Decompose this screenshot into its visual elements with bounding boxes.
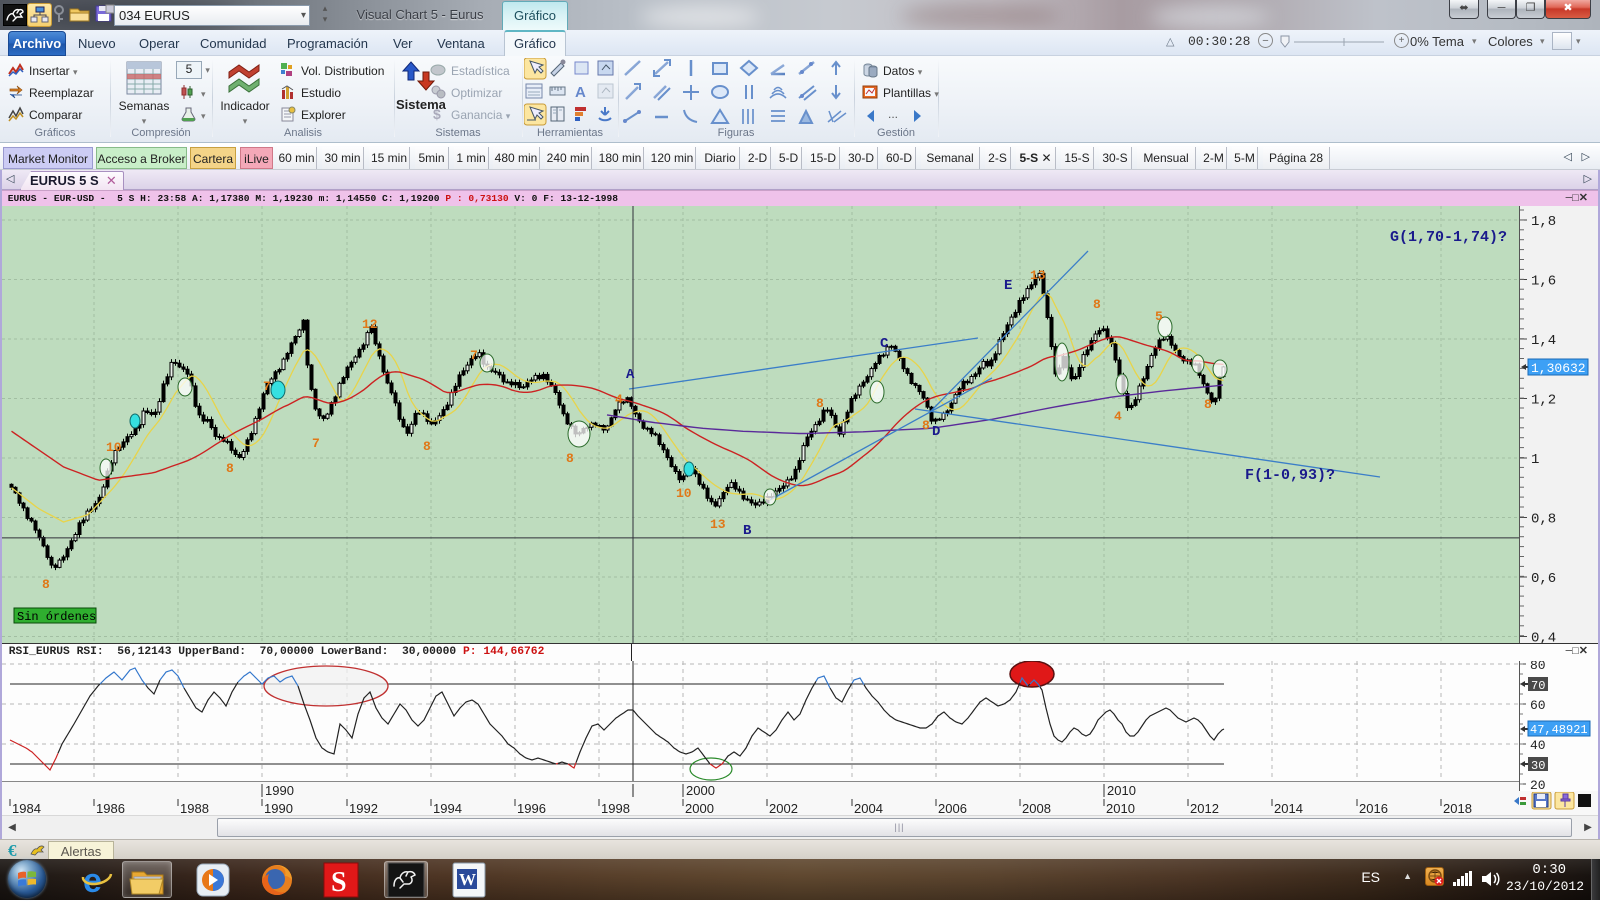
svg-text:13: 13 <box>710 517 726 532</box>
svg-text:7: 7 <box>470 348 478 363</box>
svg-text:2002: 2002 <box>769 801 798 816</box>
svg-text:1: 1 <box>1531 452 1539 468</box>
svg-text:20: 20 <box>1530 778 1546 791</box>
svg-text:1998: 1998 <box>601 801 630 816</box>
svg-text:F(1-0,93)?: F(1-0,93)? <box>1245 467 1335 484</box>
svg-text:C: C <box>880 336 889 352</box>
svg-text:1,8: 1,8 <box>1531 214 1556 230</box>
svg-text:30: 30 <box>1531 759 1545 773</box>
svg-text:1994: 1994 <box>433 801 462 816</box>
svg-text:10: 10 <box>106 440 122 455</box>
svg-text:2004: 2004 <box>854 801 883 816</box>
svg-text:4: 4 <box>1114 409 1122 424</box>
svg-text:W: W <box>459 870 476 889</box>
svg-text:2018: 2018 <box>1443 801 1472 816</box>
svg-text:1,2: 1,2 <box>1531 393 1556 409</box>
svg-text:G(1,70-1,74)?: G(1,70-1,74)? <box>1390 229 1507 246</box>
svg-text:8: 8 <box>816 396 824 411</box>
svg-text:...: ... <box>888 108 898 121</box>
svg-text:2016: 2016 <box>1359 801 1388 816</box>
svg-text:2008: 2008 <box>1022 801 1051 816</box>
svg-text:A: A <box>575 84 586 101</box>
svg-text:e: e <box>83 862 102 899</box>
svg-text:8: 8 <box>922 418 930 433</box>
svg-text:1,30632: 1,30632 <box>1531 361 1586 376</box>
svg-text:8: 8 <box>42 577 50 592</box>
svg-text:$: $ <box>433 106 441 122</box>
svg-text:B: B <box>743 523 752 539</box>
svg-text:€: € <box>8 842 17 858</box>
svg-text:Sin órdenes: Sin órdenes <box>17 610 96 624</box>
svg-text:8: 8 <box>566 451 574 466</box>
svg-text:D: D <box>932 424 940 440</box>
svg-text:8: 8 <box>1093 297 1101 312</box>
svg-text:S: S <box>331 867 347 898</box>
svg-text:2010: 2010 <box>1106 801 1135 816</box>
svg-text:1996: 1996 <box>517 801 546 816</box>
svg-text:2000: 2000 <box>686 783 715 798</box>
svg-text:7: 7 <box>312 436 320 451</box>
svg-text:2012: 2012 <box>1190 801 1219 816</box>
svg-text:2014: 2014 <box>1274 801 1303 816</box>
svg-text:40: 40 <box>1530 738 1546 753</box>
svg-text:12: 12 <box>362 317 378 332</box>
svg-text:0,4: 0,4 <box>1531 631 1556 644</box>
svg-text:5: 5 <box>1155 309 1163 324</box>
svg-text:E: E <box>1004 278 1012 294</box>
svg-text:4: 4 <box>615 392 623 407</box>
svg-text:8: 8 <box>226 461 234 476</box>
svg-text:10: 10 <box>676 486 692 501</box>
svg-text:13: 13 <box>1030 268 1046 283</box>
svg-text:1990: 1990 <box>265 783 294 798</box>
svg-text:0,6: 0,6 <box>1531 571 1556 587</box>
svg-text:7: 7 <box>263 379 271 394</box>
svg-text:2010: 2010 <box>1107 783 1136 798</box>
svg-text:70: 70 <box>1531 679 1545 693</box>
svg-text:1,6: 1,6 <box>1531 274 1556 290</box>
svg-text:1,4: 1,4 <box>1531 333 1556 349</box>
svg-text:8: 8 <box>1204 397 1212 412</box>
svg-text:60: 60 <box>1530 698 1546 713</box>
svg-text:A: A <box>626 367 635 383</box>
svg-text:2006: 2006 <box>938 801 967 816</box>
svg-text:80: 80 <box>1530 661 1546 673</box>
svg-text:0,8: 0,8 <box>1531 512 1556 528</box>
svg-text:1990: 1990 <box>264 801 293 816</box>
svg-text:2000: 2000 <box>685 801 714 816</box>
svg-text:47,48921: 47,48921 <box>1530 723 1588 737</box>
svg-text:1986: 1986 <box>96 801 125 816</box>
svg-text:1984: 1984 <box>12 801 41 816</box>
svg-text:1992: 1992 <box>349 801 378 816</box>
svg-text:8: 8 <box>423 439 431 454</box>
svg-text:1988: 1988 <box>180 801 209 816</box>
